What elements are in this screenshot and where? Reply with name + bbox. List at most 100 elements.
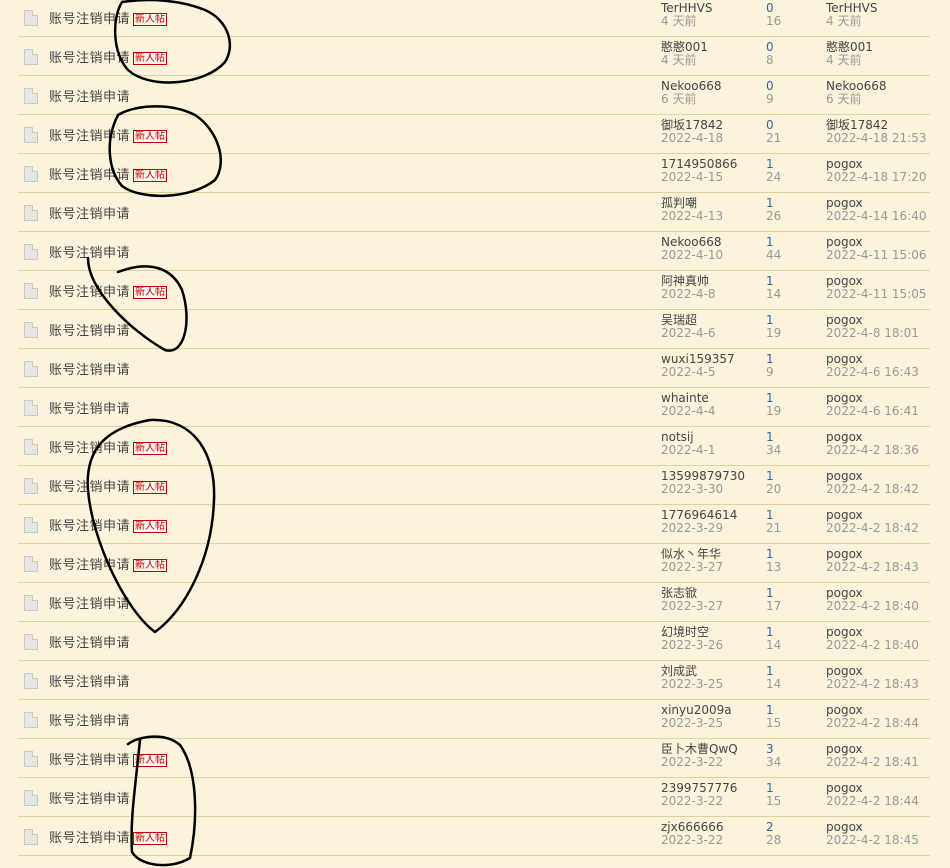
thread-folder-icon: [24, 361, 38, 377]
author-cell: 孤判嘲 2022-4-13: [661, 197, 761, 223]
last-post-time[interactable]: 6 天前: [826, 93, 936, 106]
thread-row[interactable]: 账号注销申请 xinyu2009a 2022-3-25 1 15 pogox 2…: [18, 700, 930, 739]
last-post-time[interactable]: 2022-4-6 16:43: [826, 366, 936, 379]
post-date: 4 天前: [661, 14, 697, 28]
last-post-time[interactable]: 2022-4-18 17:20: [826, 171, 936, 184]
thread-title-link[interactable]: 账号注销申请: [49, 402, 130, 417]
last-post-time[interactable]: 2022-4-2 18:45: [826, 834, 936, 847]
thread-folder-icon: [24, 88, 38, 104]
author-cell: 1776964614 2022-3-29: [661, 509, 761, 535]
post-date: 2022-4-5: [661, 365, 716, 379]
last-post-time[interactable]: 2022-4-2 18:42: [826, 522, 936, 535]
last-post-time[interactable]: 2022-4-11 15:06: [826, 249, 936, 262]
stats-cell: 1 26: [766, 197, 816, 223]
thread-row[interactable]: 账号注销申请 幻境时空 2022-3-26 1 14 pogox 2022-4-…: [18, 622, 930, 661]
view-count: 9: [766, 365, 774, 379]
thread-row[interactable]: 账号注销申请 新人帖 臣卜木曹QwQ 2022-3-22 3 34 pogox 2…: [18, 739, 930, 778]
last-post-time[interactable]: 2022-4-2 18:40: [826, 639, 936, 652]
thread-folder-icon: [24, 205, 38, 221]
thread-row[interactable]: 账号注销申请 新人帖 1776964614 2022-3-29 1 21 pogo…: [18, 505, 930, 544]
thread-row[interactable]: 账号注销申请 新人帖 似水丶年华 2022-3-27 1 13 pogox 202…: [18, 544, 930, 583]
last-post-cell: pogox 2022-4-6 16:43: [826, 353, 936, 379]
last-post-time[interactable]: 2022-4-18 21:53: [826, 132, 936, 145]
thread-row[interactable]: 账号注销申请 wuxi159357 2022-4-5 1 9 pogox 202…: [18, 349, 930, 388]
last-post-time[interactable]: 2022-4-2 18:43: [826, 561, 936, 574]
last-post-time[interactable]: 2022-4-2 18:43: [826, 678, 936, 691]
thread-title-link[interactable]: 账号注销申请: [49, 207, 130, 222]
thread-row[interactable]: 账号注销申请 Nekoo668 6 天前 0 9 Nekoo668 6 天前: [18, 76, 930, 115]
thread-row[interactable]: 账号注销申请 新人帖 1714950866 2022-4-15 1 24 pogo…: [18, 154, 930, 193]
stats-cell: 0 8: [766, 41, 816, 67]
author-cell: xinyu2009a 2022-3-25: [661, 704, 761, 730]
thread-title-link[interactable]: 账号注销申请: [49, 285, 130, 300]
thread-title-link[interactable]: 账号注销申请: [49, 519, 130, 534]
last-post-time[interactable]: 2022-4-14 16:40: [826, 210, 936, 223]
last-post-time[interactable]: 2022-4-2 18:44: [826, 795, 936, 808]
view-count: 19: [766, 326, 782, 340]
last-post-time[interactable]: 2022-4-2 18:41: [826, 756, 936, 769]
author-cell: 御坂17842 2022-4-18: [661, 119, 761, 145]
thread-row[interactable]: 账号注销申请 新人帖 notsij 2022-4-1 1 34 pogox 202…: [18, 427, 930, 466]
thread-row[interactable]: 账号注销申请 新人帖 13599879730 2022-3-30 1 20 pog…: [18, 466, 930, 505]
thread-row[interactable]: 账号注销申请 张志锨 2022-3-27 1 17 pogox 2022-4-2…: [18, 583, 930, 622]
thread-title-link[interactable]: 账号注销申请: [49, 90, 130, 105]
thread-title-link[interactable]: 账号注销申请: [49, 12, 130, 27]
thread-row[interactable]: 账号注销申请 whainte 2022-4-4 1 19 pogox 2022-…: [18, 388, 930, 427]
last-post-time[interactable]: 2022-4-2 18:44: [826, 717, 936, 730]
last-post-time[interactable]: 2022-4-2 18:36: [826, 444, 936, 457]
thread-title-link[interactable]: 账号注销申请: [49, 597, 130, 612]
last-post-time[interactable]: 4 天前: [826, 15, 936, 28]
thread-row[interactable]: 账号注销申请 吴瑞超 2022-4-6 1 19 pogox 2022-4-8 …: [18, 310, 930, 349]
thread-title-link[interactable]: 账号注销申请: [49, 324, 130, 339]
thread-title-link[interactable]: 账号注销申请: [49, 441, 130, 456]
thread-title-link[interactable]: 账号注销申请: [49, 675, 130, 690]
stats-cell: 1 14: [766, 665, 816, 691]
post-date: 2022-4-8: [661, 287, 716, 301]
last-post-cell: Nekoo668 6 天前: [826, 80, 936, 106]
view-count: 15: [766, 716, 782, 730]
thread-title-link[interactable]: 账号注销申请: [49, 714, 130, 729]
last-post-time[interactable]: 2022-4-2 18:40: [826, 600, 936, 613]
thread-row[interactable]: 账号注销申请 新人帖 zjx666666 2022-3-22 2 28 pogox…: [18, 817, 930, 856]
last-post-time[interactable]: 2022-4-11 15:05: [826, 288, 936, 301]
thread-row[interactable]: 账号注销申请 新人帖 御坂17842 2022-4-18 0 21 御坂17842…: [18, 115, 930, 154]
last-post-time[interactable]: 2022-4-8 18:01: [826, 327, 936, 340]
thread-row[interactable]: 账号注销申请 新人帖 憨憨001 4 天前 0 8 憨憨001 4 天前: [18, 37, 930, 76]
thread-title-link[interactable]: 账号注销申请: [49, 51, 130, 66]
thread-row[interactable]: 账号注销申请 新人帖 阿神真帅 2022-4-8 1 14 pogox 2022-…: [18, 271, 930, 310]
new-post-badge: 新人帖: [133, 520, 168, 533]
author-cell: notsij 2022-4-1: [661, 431, 761, 457]
thread-row[interactable]: 账号注销申请 新人帖 TerHHVS 4 天前 0 16 TerHHVS 4 天前: [18, 0, 930, 37]
last-post-time[interactable]: 4 天前: [826, 54, 936, 67]
new-post-badge: 新人帖: [133, 559, 168, 572]
thread-title-link[interactable]: 账号注销申请: [49, 636, 130, 651]
thread-title-link[interactable]: 账号注销申请: [49, 363, 130, 378]
last-post-cell: pogox 2022-4-18 17:20: [826, 158, 936, 184]
thread-title-link[interactable]: 账号注销申请: [49, 558, 130, 573]
thread-title-link[interactable]: 账号注销申请: [49, 129, 130, 144]
thread-row[interactable]: 账号注销申请 Nekoo668 2022-4-10 1 44 pogox 202…: [18, 232, 930, 271]
author-cell: 臣卜木曹QwQ 2022-3-22: [661, 743, 761, 769]
view-count: 34: [766, 443, 782, 457]
thread-title-link[interactable]: 账号注销申请: [49, 480, 130, 495]
thread-row[interactable]: 账号注销申请 刘成武 2022-3-25 1 14 pogox 2022-4-2…: [18, 661, 930, 700]
thread-row[interactable]: 账号注销申请 2399757776 2022-3-22 1 15 pogox 2…: [18, 778, 930, 817]
thread-title-link[interactable]: 账号注销申请: [49, 831, 130, 846]
last-post-time[interactable]: 2022-4-6 16:41: [826, 405, 936, 418]
last-post-cell: pogox 2022-4-2 18:45: [826, 821, 936, 847]
post-date: 2022-4-10: [661, 248, 724, 262]
new-post-badge: 新人帖: [133, 286, 168, 299]
last-post-time[interactable]: 2022-4-2 18:42: [826, 483, 936, 496]
new-post-badge: 新人帖: [133, 52, 168, 65]
thread-title-link[interactable]: 账号注销申请: [49, 168, 130, 183]
last-post-cell: pogox 2022-4-11 15:06: [826, 236, 936, 262]
thread-folder-icon: [24, 439, 38, 455]
thread-title-link[interactable]: 账号注销申请: [49, 792, 130, 807]
stats-cell: 1 15: [766, 782, 816, 808]
thread-folder-icon: [24, 10, 38, 26]
post-date: 2022-4-15: [661, 170, 724, 184]
thread-folder-icon: [24, 829, 38, 845]
thread-title-link[interactable]: 账号注销申请: [49, 753, 130, 768]
thread-row[interactable]: 账号注销申请 孤判嘲 2022-4-13 1 26 pogox 2022-4-1…: [18, 193, 930, 232]
thread-title-link[interactable]: 账号注销申请: [49, 246, 130, 261]
